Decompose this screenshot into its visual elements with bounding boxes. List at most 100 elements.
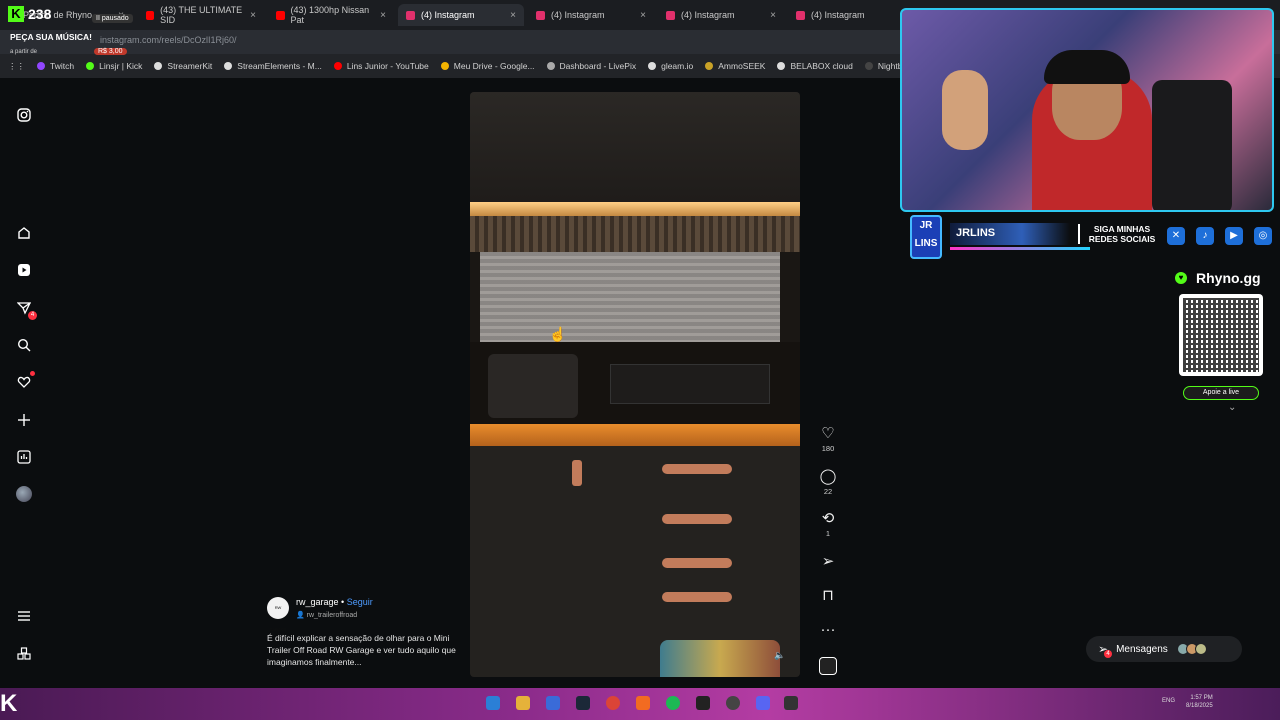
audio-thumbnail[interactable] [819, 657, 837, 675]
bookmark-label: StreamerKit [167, 61, 213, 71]
tab-3[interactable]: (4) Instagram × [398, 4, 524, 26]
notification-dot [30, 371, 35, 376]
nightbot-icon [864, 62, 873, 70]
app-icon[interactable] [546, 696, 560, 710]
clock-date: 8/18/2025 [1186, 703, 1213, 709]
tab-4[interactable]: (4) Instagram × [528, 4, 654, 26]
tab-5[interactable]: (4) Instagram × [658, 4, 784, 26]
bookmark-youtube[interactable]: Lins Junior - YouTube [333, 61, 429, 71]
instagram-icon [536, 10, 545, 20]
cam-chair [1152, 80, 1232, 210]
language-indicator[interactable]: ENG [1162, 698, 1175, 704]
youtube-icon [276, 10, 285, 20]
discord-icon[interactable] [756, 696, 770, 710]
x-icon: ✕ [1167, 227, 1185, 245]
bookmark-label: Dashboard - LivePix [559, 61, 637, 71]
audio-line[interactable]: 👤 rw_traileroffroad [296, 611, 357, 619]
kick-corner-logo: K [0, 690, 18, 717]
bookmark-kick[interactable]: Linsjr | Kick [86, 61, 142, 71]
name-underline [950, 247, 1090, 250]
profile-avatar[interactable] [16, 486, 32, 502]
comment-button[interactable]: ◯ 22 [818, 469, 838, 497]
video-handle [662, 514, 732, 524]
bookmark-ammoseek[interactable]: AmmoSEEK [705, 61, 765, 71]
mute-icon[interactable]: 🔈 [774, 650, 785, 661]
tab-label: (4) Instagram [811, 10, 865, 20]
price-prefix: a partir de [10, 49, 38, 55]
bookmark-label: Lins Junior - YouTube [346, 61, 429, 71]
clock[interactable]: 1:57 PM 8/18/2025 [1186, 694, 1213, 710]
song-request-label: PEÇA SUA MÚSICA! [10, 32, 93, 42]
more-button[interactable]: ··· [818, 622, 838, 638]
tab-label: (4) Instagram [681, 10, 735, 20]
spotify-icon[interactable] [666, 696, 680, 710]
video-light-strip [470, 202, 800, 216]
chrome-icon[interactable] [606, 696, 620, 710]
close-icon[interactable]: × [510, 10, 516, 21]
app-icon[interactable] [636, 696, 650, 710]
bookmark-livepix[interactable]: Dashboard - LivePix [546, 61, 637, 71]
app-icon[interactable] [784, 696, 798, 710]
bookmark-belabox[interactable]: BELABOX cloud [777, 61, 853, 71]
reels-icon[interactable] [14, 260, 34, 280]
video-handle [662, 464, 732, 474]
kick-icon [86, 62, 95, 70]
chevron-down-icon[interactable]: ⌄ [1228, 402, 1236, 413]
youtube-icon [146, 10, 155, 20]
like-button[interactable]: ♡ 180 [818, 426, 838, 454]
dashboard-icon[interactable] [14, 447, 34, 467]
apps-icon[interactable]: ⋮⋮ [8, 61, 25, 72]
repost-button[interactable]: ⟲ 1 [818, 511, 838, 539]
comment-count: 22 [823, 487, 833, 496]
instagram-icon [796, 10, 805, 20]
close-icon[interactable]: × [770, 10, 776, 21]
terminal-icon[interactable] [696, 696, 710, 710]
tab-1[interactable]: (43) THE ULTIMATE SID × [138, 4, 264, 26]
jr-logo: JR LINS [910, 215, 942, 259]
social-bar: JR LINS JRLINS SIGA MINHAS REDES SOCIAIS… [900, 215, 1276, 259]
bookmark-streamelements[interactable]: StreamElements - M... [224, 61, 322, 71]
heart-icon[interactable] [14, 371, 35, 392]
reel-caption[interactable]: É difícil explicar a sensação de olhar p… [267, 632, 457, 668]
close-icon[interactable]: × [380, 10, 386, 21]
more-icon: ··· [820, 621, 836, 638]
create-icon[interactable] [14, 410, 34, 430]
share-icon: ➢ [821, 553, 835, 570]
qr-code [1179, 294, 1263, 376]
tab-label: (43) THE ULTIMATE SID [160, 5, 243, 25]
reel-video[interactable] [470, 92, 800, 677]
folder-icon[interactable] [516, 696, 530, 710]
home-icon[interactable] [14, 223, 34, 243]
menu-icon[interactable] [14, 606, 34, 626]
cam-cap [1044, 50, 1130, 84]
steam-icon[interactable] [576, 696, 590, 710]
bookmark-icon: ⊓ [822, 587, 834, 604]
obs-icon[interactable] [726, 696, 740, 710]
windows-icon[interactable] [486, 696, 500, 710]
also-from-meta-icon[interactable] [14, 644, 34, 664]
messages-button[interactable]: ➢ 4 Mensagens [1086, 636, 1242, 662]
close-icon[interactable]: × [250, 10, 256, 21]
bookmark-label: AmmoSEEK [718, 61, 766, 71]
instagram-logo-icon[interactable] [14, 105, 34, 125]
tab-label: (43) 1300hp Nissan Pat [290, 5, 370, 25]
close-icon[interactable]: × [640, 10, 646, 21]
bookmark-gleam[interactable]: gleam.io [648, 61, 693, 71]
bookmark-streamerkit[interactable]: StreamerKit [154, 61, 212, 71]
tab-2[interactable]: (43) 1300hp Nissan Pat × [268, 4, 394, 26]
livepix-icon [546, 62, 555, 70]
author-avatar[interactable]: RW GARAGE [267, 597, 289, 632]
bookmark-twitch[interactable]: Twitch [37, 61, 74, 71]
bookmark-drive[interactable]: Meu Drive - Google... [440, 61, 535, 71]
video-ceiling [470, 92, 800, 202]
streamer-name: JRLINS [950, 223, 1070, 245]
tab-6[interactable]: (4) Instagram [788, 4, 898, 26]
follow-button[interactable]: Seguir [347, 597, 373, 607]
save-button[interactable]: ⊓ [818, 588, 838, 604]
author-name[interactable]: rw_garage [296, 597, 339, 607]
share-button[interactable]: ➢ [818, 554, 838, 570]
paused-badge: II pausado [92, 14, 133, 23]
separator: • [338, 597, 347, 607]
messages-icon[interactable]: 4 [14, 298, 37, 320]
search-icon[interactable] [14, 335, 34, 355]
